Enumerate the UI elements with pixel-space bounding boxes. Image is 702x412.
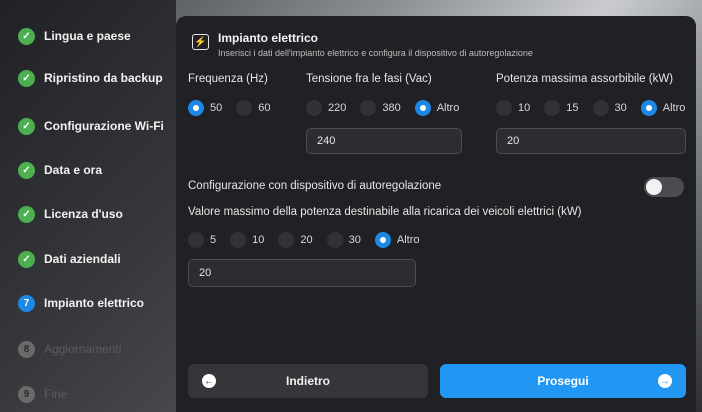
page-title: Impianto elettrico [218,31,319,45]
radio-icon [278,232,295,248]
next-button[interactable]: Prosegui → [440,364,686,398]
back-button[interactable]: ← Indietro [188,364,428,398]
arrow-right-circle-icon: → [658,374,672,388]
step-label: Data e ora [44,163,103,177]
step-label: Licenza d'uso [44,207,123,221]
radio-label: Altro [662,102,686,114]
radio-selected-icon [188,100,204,116]
radio-label: 10 [252,234,265,246]
check-icon: ✓ [18,27,35,45]
radio-label: 60 [258,102,271,114]
radio-label: 30 [614,102,627,114]
max-power-option-10[interactable]: 10 [496,100,530,116]
autoregulation-toggle[interactable] [644,177,684,197]
radio-label: 15 [566,102,579,114]
step-label: Ripristino da backup [44,71,163,85]
frequency-label: Frequenza (Hz) [188,73,268,85]
step-label: Dati aziendali [44,252,121,266]
ev-power-option-altro[interactable]: Altro [374,232,420,248]
step-fine: 9 Fine [18,383,67,405]
frequency-option-50[interactable]: 50 [188,100,222,116]
radio-label: 30 [348,234,361,246]
radio-selected-icon [414,100,431,116]
radio-label: 5 [210,234,217,246]
max-power-option-altro[interactable]: Altro [640,100,686,116]
voltage-label: Tensione fra le fasi (Vac) [306,73,432,85]
radio-icon [188,232,204,248]
ev-power-custom-input[interactable]: 20 [188,259,416,287]
radio-icon [236,100,253,116]
check-icon: ✓ [18,69,35,87]
step-label: Lingua e paese [44,29,131,43]
step-lingua-e-paese[interactable]: ✓ Lingua e paese [18,25,131,47]
max-power-radio-group: 10 15 30 Altro [496,99,699,117]
step-aggiornamenti: 8 Aggiornamenti [18,338,121,360]
autoregulation-label: Configurazione con dispositivo di autore… [188,180,442,192]
frequency-option-60[interactable]: 60 [236,100,271,116]
radio-icon [360,100,377,116]
ev-power-option-5[interactable]: 5 [188,232,216,248]
radio-icon [544,100,561,116]
step-configurazione-wifi[interactable]: ✓ Configurazione Wi-Fi [18,115,164,137]
step-number-badge: 7 [18,294,35,312]
ev-power-option-10[interactable]: 10 [230,232,264,248]
step-label: Configurazione Wi-Fi [44,119,164,133]
radio-icon [306,100,322,116]
radio-icon [592,100,609,116]
step-number-badge: 8 [18,340,35,358]
power-plug-icon: ⚡ [192,34,209,50]
radio-label: 380 [382,102,401,114]
radio-icon [230,232,247,248]
voltage-radio-group: 220 380 Altro [306,99,473,117]
radio-selected-icon [374,232,391,248]
ev-power-radio-group: 5 10 20 30 Altro [188,231,434,249]
step-ripristino-da-backup[interactable]: ✓ Ripristino da backup [18,67,163,89]
ev-power-option-30[interactable]: 30 [326,232,361,248]
ev-power-option-20[interactable]: 20 [278,232,313,248]
frequency-radio-group: 50 60 [188,99,285,117]
max-power-custom-input[interactable]: 20 [496,128,686,154]
radio-icon [496,100,512,116]
max-power-option-30[interactable]: 30 [592,100,627,116]
voltage-option-altro[interactable]: Altro [414,100,460,116]
voltage-option-380[interactable]: 380 [360,100,401,116]
step-label: Impianto elettrico [44,296,145,310]
electrical-system-panel: ⚡ Impianto elettrico Inserisci i dati de… [176,16,696,412]
radio-label: 220 [328,102,347,114]
check-icon: ✓ [18,250,35,268]
radio-label: 50 [210,102,223,114]
voltage-custom-input[interactable]: 240 [306,128,462,154]
radio-label: 20 [300,234,313,246]
check-icon: ✓ [18,117,35,135]
radio-label: Altro [436,102,460,114]
ev-power-label: Valore massimo della potenza destinabile… [188,206,582,218]
back-button-label: Indietro [286,374,330,388]
radio-icon [326,232,343,248]
max-power-label: Potenza massima assorbibile (kW) [496,73,674,85]
max-power-option-15[interactable]: 15 [544,100,579,116]
step-number-badge: 9 [18,385,35,403]
check-icon: ✓ [18,205,35,223]
radio-label: 10 [518,102,531,114]
step-impianto-elettrico[interactable]: 7 Impianto elettrico [18,292,144,314]
check-icon: ✓ [18,161,35,179]
radio-selected-icon [640,100,657,116]
step-dati-aziendali[interactable]: ✓ Dati aziendali [18,248,121,270]
setup-steps-sidebar: ✓ Lingua e paese ✓ Ripristino da backup … [0,0,176,412]
step-data-e-ora[interactable]: ✓ Data e ora [18,159,102,181]
step-label: Aggiornamenti [44,342,122,356]
step-label: Fine [44,387,68,401]
page-subtitle: Inserisci i dati dell'impianto elettrico… [218,48,533,58]
next-button-label: Prosegui [537,374,589,388]
step-licenza-d-uso[interactable]: ✓ Licenza d'uso [18,203,123,225]
voltage-option-220[interactable]: 220 [306,100,346,116]
radio-label: Altro [396,234,420,246]
